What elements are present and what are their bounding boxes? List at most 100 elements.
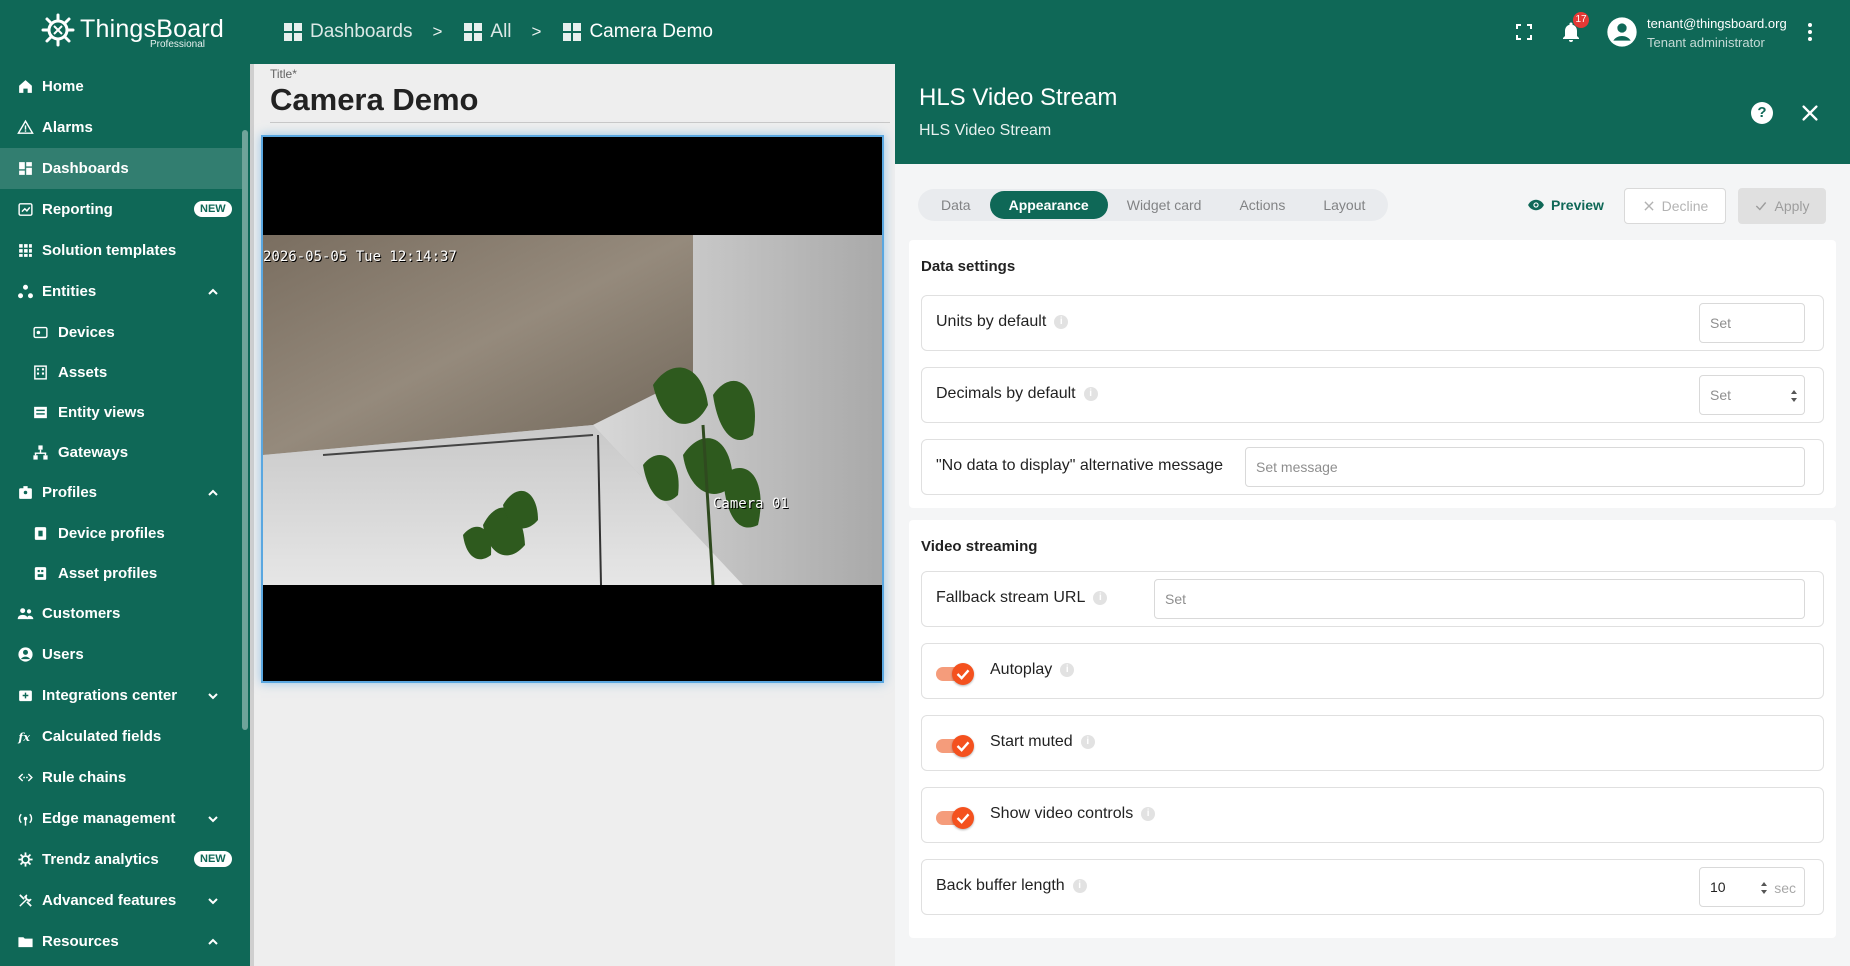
tab-widget-card[interactable]: Widget card [1108,191,1221,219]
sidebar-item-gateways[interactable]: Gateways [0,432,242,473]
units-label: Units by default i [936,313,1069,331]
sidebar-scrollbar[interactable] [242,130,248,730]
sidebar-item-trendz-analytics[interactable]: Trendz analytics NEW [0,839,242,880]
user-icon [18,647,33,662]
tab-appearance[interactable]: Appearance [989,191,1108,219]
info-icon[interactable]: i [1083,387,1098,401]
sidebar-item-entities[interactable]: Entities [0,271,242,312]
chevron-down-icon[interactable] [206,689,220,703]
sidebar-item-label: Integrations center [42,687,178,704]
chevron-up-icon[interactable] [206,486,220,500]
breadcrumb-separator: > [432,22,443,41]
sidebar-item-device-profiles[interactable]: Device profiles [0,513,242,554]
sidebar-item-rule-chains[interactable]: Rule chains [0,757,242,798]
preview-button[interactable]: Preview [1527,192,1604,218]
apply-button[interactable]: Apply [1738,188,1826,224]
tab-data[interactable]: Data [922,191,990,219]
dashboard-title-field[interactable]: Camera Demo [270,82,478,118]
notification-count-badge: 17 [1573,12,1589,28]
dashboard-scrollbar[interactable] [250,64,254,966]
thingsboard-logo[interactable]: ThingsBoard Professional [40,10,224,54]
close-icon [1644,201,1654,211]
stepper-arrows-icon[interactable] [1760,880,1768,896]
sidebar-item-calculated-fields[interactable]: fx Calculated fields [0,716,242,757]
no-data-message-input[interactable]: Set message [1245,447,1805,487]
breadcrumb-dashboards[interactable]: Dashboards [284,21,412,43]
tab-actions[interactable]: Actions [1220,191,1304,219]
info-icon[interactable]: i [1054,315,1069,329]
sidebar-item-label: Users [42,646,84,663]
dashboard-icon [19,162,32,175]
stepper-arrows-icon[interactable] [1790,388,1798,404]
back-buffer-input[interactable]: 10 sec [1699,867,1805,907]
sidebar-item-users[interactable]: Users [0,634,242,675]
sidebar-item-label: Calculated fields [42,728,162,745]
video-controls-toggle[interactable] [936,806,974,829]
section-title: Data settings [921,258,1016,275]
start-muted-toggle[interactable] [936,734,974,757]
info-icon[interactable]: i [1141,807,1156,821]
back-buffer-row: Back buffer length i 10 sec [921,859,1824,915]
entities-icon [18,284,33,299]
panel-title: HLS Video Stream [919,84,1118,111]
breadcrumb-label: Dashboards [310,21,413,42]
chevron-up-icon[interactable] [206,935,220,949]
chevron-down-icon[interactable] [206,812,220,826]
check-icon [956,669,970,680]
sidebar-item-asset-profiles[interactable]: Asset profiles [0,553,242,594]
sidebar-item-solution-templates[interactable]: Solution templates [0,230,242,271]
info-icon[interactable]: i [1093,591,1108,605]
sidebar-item-advanced-features[interactable]: Advanced features [0,880,242,921]
help-icon[interactable]: ? [1751,102,1773,124]
sidebar-item-edge-management[interactable]: Edge management [0,798,242,839]
video-controls-label: Show video controls i [990,805,1156,823]
more-vert-icon[interactable] [1798,20,1822,44]
video-controls-label-text: Show video controls [990,805,1134,822]
chevron-up-icon[interactable] [206,285,220,299]
fallback-url-input[interactable]: Set [1154,579,1805,619]
check-icon [956,813,970,824]
sidebar-item-entity-views[interactable]: Entity views [0,392,242,433]
info-icon[interactable]: i [1060,663,1075,677]
customers-icon [17,608,34,620]
camera-scene-image [263,235,882,585]
fullscreen-icon[interactable] [1512,20,1536,44]
sidebar-item-alarms[interactable]: Alarms [0,107,242,148]
sidebar-item-resources[interactable]: Resources [0,921,242,962]
gateway-icon [33,445,48,460]
sidebar-item-profiles[interactable]: Profiles [0,472,242,513]
sidebar-item-integrations-center[interactable]: Integrations center [0,675,242,716]
video-controls-row: Show video controls i [921,787,1824,843]
sidebar-item-customers[interactable]: Customers [0,593,242,634]
panel-subtitle: HLS Video Stream [919,122,1052,139]
back-buffer-label: Back buffer length i [936,877,1087,895]
autoplay-toggle[interactable] [936,662,974,685]
sidebar-item-reporting[interactable]: Reporting NEW [0,189,242,230]
user-email: tenant@thingsboard.org [1647,16,1787,31]
sidebar-item-devices[interactable]: Devices [0,312,242,353]
sidebar-item-label: Entity views [58,404,145,421]
asset-profile-icon [34,567,47,580]
info-icon[interactable]: i [1080,735,1095,749]
breadcrumb-all[interactable]: All [464,21,512,43]
trendz-icon [18,852,33,867]
sidebar-item-assets[interactable]: Assets [0,352,242,393]
units-input[interactable]: Set [1699,303,1805,343]
sidebar-item-label: Gateways [58,444,129,461]
panel-body: Data Appearance Widget card Actions Layo… [895,164,1850,966]
hls-video-widget[interactable]: 2026-05-05 Tue 12:14:37 Camera 01 [261,135,884,683]
tab-layout[interactable]: Layout [1304,191,1384,219]
sidebar-item-dashboards[interactable]: Dashboards [0,148,242,189]
close-icon[interactable] [1799,102,1821,124]
section-title: Video streaming [921,538,1038,555]
account-avatar-icon[interactable] [1606,16,1638,48]
decimals-input[interactable]: Set [1699,375,1805,415]
chevron-down-icon[interactable] [206,894,220,908]
decline-button[interactable]: Decline [1624,188,1726,224]
user-info[interactable]: tenant@thingsboard.org Tenant administra… [1647,14,1787,52]
sidebar-item-home[interactable]: Home [0,66,242,107]
tools-icon [19,894,32,907]
info-icon[interactable]: i [1072,879,1087,893]
breadcrumb-label: Camera Demo [589,21,713,42]
decimals-row: Decimals by default i Set [921,367,1824,423]
